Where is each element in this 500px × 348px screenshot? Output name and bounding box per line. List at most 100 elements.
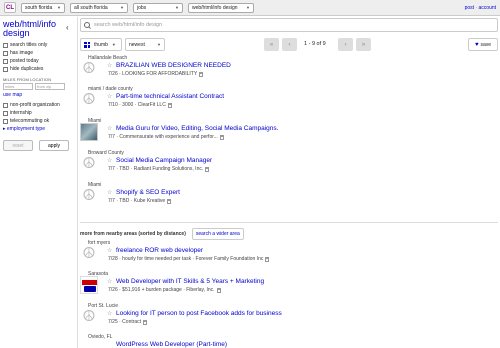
result-meta: 7/28 · hourly for time needed per task ·… — [108, 256, 270, 262]
option-has-image[interactable]: has image — [3, 49, 74, 57]
result-title-link[interactable]: Social Media Campaign Manager — [116, 157, 212, 164]
trash-icon[interactable] — [143, 319, 148, 325]
trash-icon[interactable] — [205, 166, 210, 172]
craigslist-logo[interactable]: CL — [4, 2, 16, 13]
checkbox[interactable] — [3, 58, 8, 64]
result-thumbnail-image[interactable] — [80, 276, 98, 294]
option-internship[interactable]: internship — [3, 109, 74, 117]
result-meta-text: 7/7 · TBD · Radiant Funding Solutions, I… — [108, 166, 204, 172]
result-location: Miami — [88, 118, 102, 124]
sort-select[interactable]: newest ▼ — [125, 38, 165, 51]
search-wider-area-button[interactable]: search a wider area — [191, 227, 244, 240]
result-meta-text: 7/26 · $51,916 + burden package · Fiberl… — [108, 287, 215, 293]
option-telecommuting[interactable]: telecommuting ok — [3, 117, 74, 125]
result-meta-text: 7/7 · TBD · Kube Kreative — [108, 198, 166, 204]
result-title-link[interactable]: Media Guru for Video, Editing, Social Me… — [116, 125, 278, 132]
result-meta-text: 7/7 · Commensurate with experience and p… — [108, 134, 218, 140]
account-link[interactable]: account — [478, 5, 496, 11]
result-thumbnail-image[interactable] — [80, 123, 98, 141]
trash-icon[interactable] — [167, 102, 172, 108]
category-title[interactable]: web/html/info design — [3, 20, 65, 38]
result-meta-text: 7/10 · 3000 · ClearFit LLC — [108, 102, 166, 108]
trash-icon[interactable] — [219, 134, 224, 140]
trash-icon[interactable] — [265, 256, 270, 262]
peace-placeholder-icon[interactable]: ☮ — [80, 308, 98, 326]
subarea-select[interactable]: all south florida ▼ — [70, 2, 128, 13]
save-search-button[interactable]: ♥ save — [468, 38, 498, 51]
post-link[interactable]: post — [465, 5, 474, 11]
result-title-link[interactable]: Looking for IT person to post Facebook a… — [116, 310, 282, 317]
chevron-down-icon: ▼ — [157, 42, 161, 47]
result-meta: 7/7 · TBD · Radiant Funding Solutions, I… — [108, 166, 210, 172]
result-row: ☮ Miami ☆ Shopify & SEO Expert 7/7 · TBD… — [80, 182, 498, 216]
favorite-star-icon[interactable]: ☆ — [107, 189, 112, 196]
subcategory-select-value: web/html/info design — [192, 4, 238, 11]
chevron-down-icon: ▼ — [111, 42, 116, 47]
option-posted-today[interactable]: posted today — [3, 57, 74, 65]
employment-type-toggle[interactable]: ▸ employment type — [3, 126, 74, 132]
checkbox[interactable] — [3, 118, 8, 124]
peace-placeholder-icon[interactable]: ☮ — [80, 245, 98, 263]
favorite-star-icon[interactable]: ☆ — [107, 278, 112, 285]
result-meta-text: 7/26 · LOOKING FOR AFFORDABILITY — [108, 71, 198, 77]
option-search-titles[interactable]: search titles only — [3, 41, 74, 49]
double-chevron-left-icon: « — [269, 41, 274, 48]
collapse-sidebar-icon[interactable]: ‹ — [66, 23, 69, 32]
category-select[interactable]: jobs ▼ — [133, 2, 183, 13]
result-row: ☮ miami / dade county ☆ Part-time techni… — [80, 86, 498, 120]
result-location: Broward County — [88, 150, 124, 156]
result-meta: 7/7 · TBD · Kube Kreative — [108, 198, 172, 204]
chevron-left-icon: ‹ — [288, 41, 291, 48]
result-title-link[interactable]: freelance ROR web developer — [116, 247, 203, 254]
favorite-star-icon[interactable]: ☆ — [107, 125, 112, 132]
favorite-star-icon[interactable]: ☆ — [107, 310, 112, 317]
peace-placeholder-icon[interactable]: ☮ — [80, 155, 98, 173]
use-map-link[interactable]: use map — [3, 92, 74, 98]
next-page-button[interactable]: › — [338, 38, 353, 51]
favorite-star-icon[interactable]: ☆ — [107, 93, 112, 100]
favorite-star-icon[interactable]: ☆ — [107, 157, 112, 164]
result-title-link[interactable]: WordPress Web Developer (Part-time) — [116, 341, 227, 348]
option-non-profit[interactable]: non-profit organization — [3, 101, 74, 109]
first-page-button[interactable]: « — [264, 38, 279, 51]
checkbox[interactable] — [3, 66, 8, 72]
peace-placeholder-icon[interactable]: ☮ — [80, 60, 98, 78]
result-title-link[interactable]: Web Developer with IT Skills & 5 Years +… — [116, 278, 264, 285]
favorite-star-icon[interactable]: ☆ — [107, 62, 112, 69]
miles-input[interactable]: miles — [3, 83, 33, 90]
trash-icon[interactable] — [199, 71, 204, 77]
search-input[interactable]: search web/html/info design — [94, 22, 162, 28]
view-mode-select[interactable]: thumb ▼ — [80, 38, 122, 51]
favorite-star-icon[interactable]: ☆ — [107, 247, 112, 254]
trash-icon[interactable] — [216, 287, 221, 293]
subcategory-select[interactable]: web/html/info design ▼ — [188, 2, 254, 13]
result-title-link[interactable]: Part-time technical Assistant Contract — [116, 93, 224, 100]
zip-input[interactable]: from zip — [35, 83, 65, 90]
result-title-link[interactable]: Shopify & SEO Expert — [116, 189, 180, 196]
area-select[interactable]: south florida ▼ — [21, 2, 65, 13]
checkbox[interactable] — [3, 110, 8, 116]
employment-type-label: employment type — [6, 126, 45, 132]
peace-placeholder-icon[interactable]: ☮ — [80, 187, 98, 205]
area-select-value: south florida — [25, 4, 53, 11]
prev-page-button[interactable]: ‹ — [282, 38, 297, 51]
result-location: miami / dade county — [88, 86, 133, 92]
option-hide-duplicates[interactable]: hide duplicates — [3, 65, 74, 73]
reset-button[interactable]: reset — [3, 140, 33, 151]
checkbox[interactable] — [3, 42, 8, 48]
chevron-down-icon: ▼ — [120, 5, 124, 10]
option-label: posted today — [10, 58, 39, 64]
result-meta: 7/26 · LOOKING FOR AFFORDABILITY — [108, 71, 204, 77]
result-title-link[interactable]: BRAZILIAN WEB DESIGNER NEEDED — [116, 62, 231, 69]
checkbox[interactable] — [3, 50, 8, 56]
peace-placeholder-icon[interactable]: ☮ — [80, 91, 98, 109]
chevron-down-icon: ▼ — [175, 5, 179, 10]
search-bar[interactable]: search web/html/info design — [80, 18, 498, 32]
nearby-areas-header: more from nearby areas (sorted by distan… — [80, 222, 498, 240]
checkbox[interactable] — [3, 102, 8, 108]
last-page-button[interactable]: » — [356, 38, 371, 51]
result-location: Oviedo, FL — [88, 334, 113, 340]
apply-button[interactable]: apply — [39, 140, 69, 151]
chevron-down-icon: ▼ — [57, 5, 61, 10]
trash-icon[interactable] — [167, 198, 172, 204]
